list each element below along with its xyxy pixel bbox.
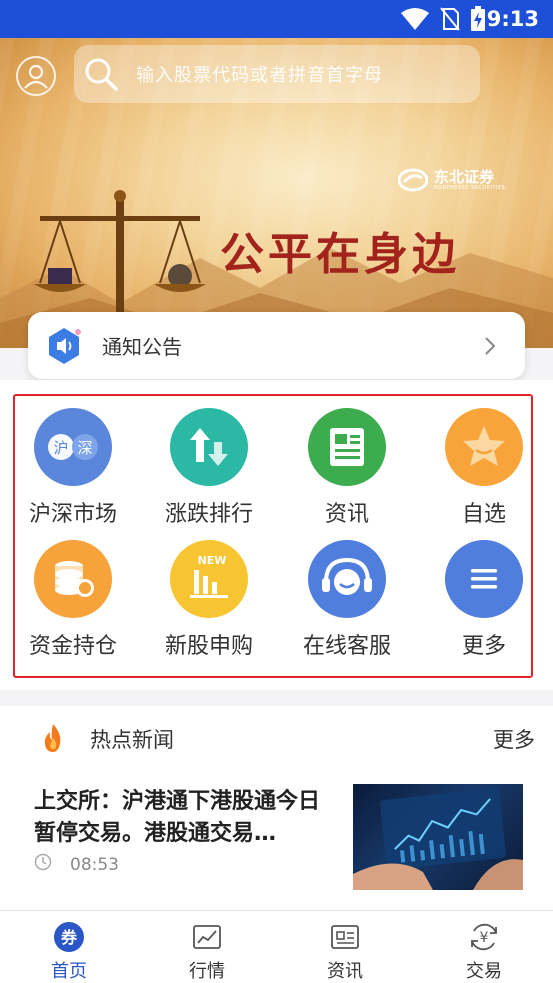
- tab-home[interactable]: 券 首页: [0, 911, 138, 983]
- tab-label: 资讯: [327, 961, 363, 982]
- brand-logo: 东北证券 NORTHEAST SECURITIES: [398, 168, 505, 192]
- grid-item-label: 新股申购: [164, 634, 253, 659]
- news-doc-icon: [331, 925, 359, 949]
- user-icon: [24, 64, 48, 89]
- bottom-tab-bar: 券 首页 行情 资讯 ¥ 交易: [0, 910, 553, 983]
- brand-emblem-icon: [398, 168, 428, 192]
- function-grid-section: 沪 深 沪深市场 涨跌排行 资讯 自选 资金持仓 NEW 新股申购 在线客服 更…: [0, 380, 553, 690]
- news-thumbnail[interactable]: [353, 784, 523, 890]
- svg-text:¥: ¥: [480, 930, 489, 946]
- star-icon: [445, 408, 523, 486]
- grid-item-label: 自选: [461, 502, 506, 527]
- tab-label: 行情: [189, 961, 225, 982]
- menu-icon: [445, 540, 523, 618]
- chevron-right-icon: [485, 337, 496, 355]
- notice-label: 通知公告: [102, 335, 182, 359]
- profile-button[interactable]: [16, 56, 56, 96]
- svg-text:NEW: NEW: [198, 554, 227, 567]
- function-grid: 沪 深 沪深市场 涨跌排行 资讯 自选 资金持仓 NEW 新股申购 在线客服 更…: [13, 394, 533, 678]
- hot-news-more-link[interactable]: 更多: [493, 724, 535, 754]
- tab-label: 交易: [466, 961, 502, 982]
- grid-item-customer-service[interactable]: 在线客服: [287, 534, 407, 664]
- grid-item-label: 资讯: [324, 502, 369, 527]
- search-icon: [85, 58, 118, 91]
- svg-text:券: 券: [60, 928, 78, 947]
- svg-text:深: 深: [77, 439, 92, 457]
- no-sim-icon: [440, 7, 460, 31]
- news-icon: [308, 408, 386, 486]
- tab-news[interactable]: 资讯: [276, 911, 414, 983]
- svg-text:沪: 沪: [53, 439, 68, 457]
- tab-label: 首页: [51, 961, 87, 982]
- grid-item-label: 资金持仓: [28, 634, 117, 659]
- header: 输入股票代码或者拼音首字母: [0, 44, 553, 104]
- grid-item-holdings[interactable]: 资金持仓: [13, 534, 133, 664]
- brand-name: 东北证券: [434, 167, 495, 186]
- grid-item-label: 更多: [461, 634, 506, 659]
- flame-icon: [44, 724, 61, 752]
- news-time: 08:53: [70, 855, 119, 875]
- speaker-icon: [46, 326, 82, 366]
- status-bar: 9:13: [0, 0, 553, 38]
- app-screen: 9:13 东北证券 NORTHEAST SECURITIES 公平在身边 输入股…: [0, 0, 553, 983]
- banner-slogan: 公平在身边: [220, 229, 460, 280]
- news-headline[interactable]: 上交所：沪港通下港股通今日暂停交易。港股通交易…: [34, 786, 334, 850]
- brand-sub: NORTHEAST SECURITIES: [434, 184, 506, 191]
- grid-item-up-down-ranking[interactable]: 涨跌排行: [149, 402, 269, 532]
- tab-market[interactable]: 行情: [138, 911, 276, 983]
- trade-yen-icon: ¥: [471, 923, 497, 951]
- battery-charging-icon: [471, 6, 485, 31]
- stock-search-input[interactable]: 输入股票代码或者拼音首字母: [74, 45, 480, 103]
- new-stock-icon: NEW: [170, 540, 248, 618]
- status-icons: [400, 6, 486, 32]
- coins-icon: [34, 540, 112, 618]
- grid-item-label: 在线客服: [302, 634, 391, 659]
- home-coupon-icon: 券: [54, 922, 84, 952]
- grid-item-watchlist[interactable]: 自选: [424, 402, 544, 532]
- clock-icon: [34, 853, 52, 871]
- grid-item-label: 涨跌排行: [164, 502, 253, 527]
- tab-trade[interactable]: ¥ 交易: [415, 911, 553, 983]
- grid-item-new-stock[interactable]: NEW 新股申购: [149, 534, 269, 664]
- hushen-market-icon: 沪 深: [34, 408, 112, 486]
- grid-item-label: 沪深市场: [28, 502, 117, 527]
- headset-icon: [308, 540, 386, 618]
- grid-item-hushen-market[interactable]: 沪 深 沪深市场: [13, 402, 133, 532]
- search-placeholder: 输入股票代码或者拼音首字母: [136, 65, 383, 86]
- market-chart-icon: [193, 925, 221, 949]
- up-down-ranking-icon: [170, 408, 248, 486]
- hot-news-section: 热点新闻 更多 上交所：沪港通下港股通今日暂停交易。港股通交易… 08:53: [0, 706, 553, 912]
- hot-news-title: 热点新闻: [90, 728, 174, 752]
- grid-item-news[interactable]: 资讯: [287, 402, 407, 532]
- status-time: 9:13: [486, 7, 539, 31]
- notice-bar[interactable]: 通知公告: [28, 312, 525, 379]
- grid-item-more[interactable]: 更多: [424, 534, 544, 664]
- wifi-icon: [401, 8, 429, 30]
